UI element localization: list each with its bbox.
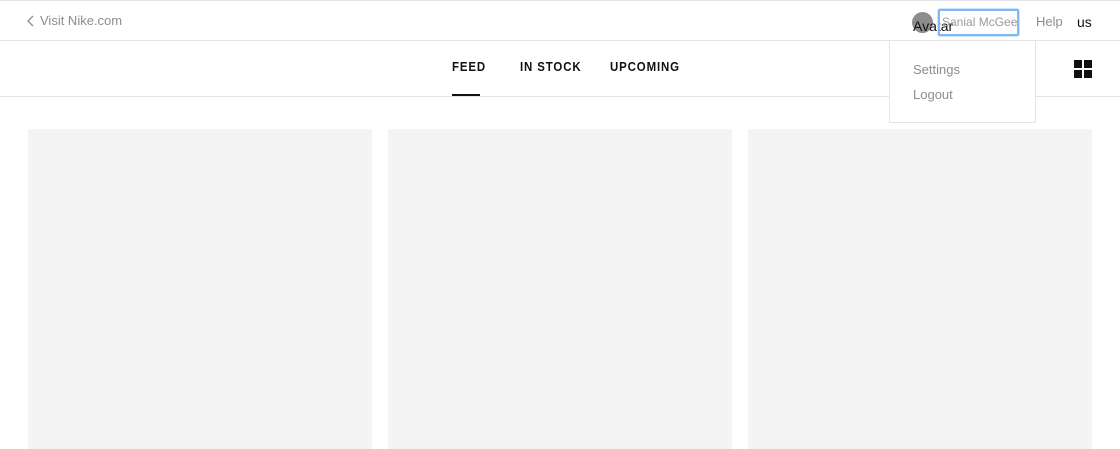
tab-upcoming[interactable]: UPCOMING: [610, 59, 680, 74]
tab-in-stock[interactable]: IN STOCK: [520, 59, 582, 74]
feed-card[interactable]: [748, 129, 1092, 449]
help-link[interactable]: Help: [1036, 14, 1063, 29]
user-dropdown-menu: Settings Logout: [889, 41, 1036, 123]
grid-icon[interactable]: [1074, 60, 1092, 78]
feed-card[interactable]: [388, 129, 732, 449]
active-tab-indicator: [452, 94, 480, 96]
menu-item-settings[interactable]: Settings: [913, 62, 960, 77]
utility-bar: Visit Nike.com Avatar Sanial McGee Help …: [0, 0, 1120, 41]
locale-selector[interactable]: us: [1077, 14, 1092, 30]
user-name-button[interactable]: Sanial McGee: [938, 9, 1019, 36]
chevron-left-icon: [27, 15, 34, 26]
feed-card[interactable]: [28, 129, 372, 449]
menu-item-logout[interactable]: Logout: [913, 87, 953, 102]
visit-nike-link[interactable]: Visit Nike.com: [26, 13, 122, 28]
avatar[interactable]: Avatar: [912, 12, 953, 33]
tab-feed[interactable]: FEED: [452, 59, 486, 74]
visit-nike-label: Visit Nike.com: [40, 13, 123, 28]
